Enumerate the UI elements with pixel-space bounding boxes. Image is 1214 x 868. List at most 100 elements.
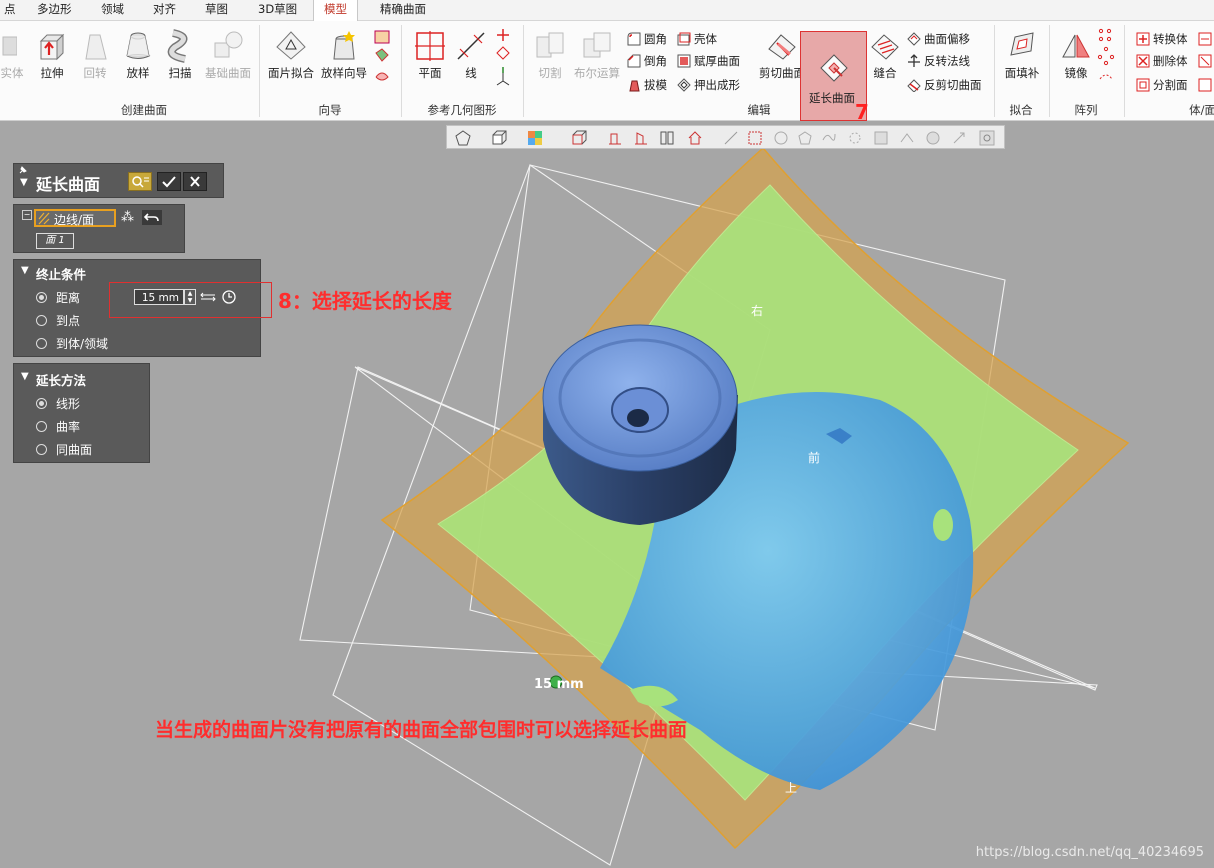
split-face-icon xyxy=(1136,78,1150,92)
radio-to-point[interactable] xyxy=(36,315,47,326)
radio-to-body-region[interactable] xyxy=(36,338,47,349)
tab-align[interactable]: 对齐 xyxy=(153,0,176,20)
shell-label: 壳体 xyxy=(694,32,717,46)
preview-button[interactable] xyxy=(128,172,152,191)
delete-body-button[interactable]: 删除体 xyxy=(1136,51,1188,71)
color-display-icon[interactable] xyxy=(527,130,543,146)
extrude-form-button[interactable]: 押出成形 xyxy=(677,75,740,95)
cylinder-part[interactable] xyxy=(542,324,738,525)
highlight-distance-box xyxy=(109,282,272,318)
patch-fit-icon xyxy=(276,31,306,60)
body-more-icon-1[interactable] xyxy=(1198,29,1214,49)
line-button[interactable]: 线 xyxy=(451,27,491,91)
tab-region[interactable]: 领域 xyxy=(101,0,124,20)
select-all-icon[interactable] xyxy=(951,130,967,146)
confirm-button[interactable] xyxy=(157,172,181,191)
base-surface-button[interactable]: 基础曲面 xyxy=(202,27,254,91)
select-region-icon[interactable] xyxy=(925,130,941,146)
view-cube-icon[interactable] xyxy=(571,130,587,146)
radio-linear[interactable] xyxy=(36,398,47,409)
shell-button[interactable]: 壳体 xyxy=(677,29,717,49)
reverse-normal-icon xyxy=(908,54,920,67)
plane-button[interactable]: 平面 xyxy=(410,27,450,91)
selected-face-item[interactable]: 面 1 xyxy=(36,233,74,249)
panel-title: 延长曲面 xyxy=(36,175,101,194)
select-paint-icon[interactable] xyxy=(873,130,889,146)
collapse-box-icon[interactable]: − xyxy=(22,210,32,220)
untrim-surface-button[interactable]: 反剪切曲面 xyxy=(907,75,982,95)
sew-button[interactable]: 缝合 xyxy=(865,27,905,91)
body-more-icon-3[interactable] xyxy=(1198,75,1214,95)
view-home-icon[interactable] xyxy=(687,130,703,146)
offset-surface-button[interactable]: 曲面偏移 xyxy=(907,29,970,49)
mirror-button[interactable]: 镜像 xyxy=(1056,27,1096,91)
reverse-normal-button[interactable]: 反转法线 xyxy=(907,51,970,71)
revolve-button[interactable]: 回转 xyxy=(75,27,115,91)
select-brush-icon[interactable] xyxy=(847,130,863,146)
shell-icon xyxy=(677,32,691,46)
tab-exact-surface[interactable]: 精确曲面 xyxy=(380,0,426,20)
face-fill-button[interactable]: 面填补 xyxy=(1001,27,1043,91)
tab-sketch[interactable]: 草图 xyxy=(205,0,228,20)
extrude-label: 拉伸 xyxy=(40,66,64,80)
3d-viewport[interactable]: 右 前 上 15 mm ▼ 延长曲面 − 边线/面 ⁂ 面 1 ▼ 终止条件 距… xyxy=(0,121,1214,868)
select-extend-icon[interactable] xyxy=(899,130,915,146)
select-rect-icon[interactable] xyxy=(747,130,763,146)
select-freeform-icon[interactable] xyxy=(821,130,837,146)
patch-fit-button[interactable]: 面片拟合 xyxy=(266,27,316,91)
polygon-display-icon[interactable] xyxy=(455,130,471,146)
undo-button[interactable] xyxy=(142,210,162,225)
convert-body-button[interactable]: 转换体 xyxy=(1136,29,1188,49)
select-line-icon[interactable] xyxy=(723,130,739,146)
line-label: 线 xyxy=(465,66,477,80)
draft-label: 拔模 xyxy=(644,78,667,92)
extrude-form-label: 押出成形 xyxy=(694,78,740,92)
sweep-button[interactable]: 扫描 xyxy=(160,27,200,91)
group-label-body-face: 体/面 xyxy=(1189,103,1214,117)
watermark: https://blog.csdn.net/qq_40234695 xyxy=(975,845,1204,860)
view-split-icon[interactable] xyxy=(659,130,675,146)
extrude-button[interactable]: 拉伸 xyxy=(32,27,72,91)
box-display-icon[interactable] xyxy=(491,130,507,146)
entity-button[interactable]: 实体 xyxy=(0,27,24,91)
boolean-button[interactable]: 布尔运算 xyxy=(572,27,622,91)
mesh-hole xyxy=(933,509,953,541)
asterisk-icon[interactable]: ⁂ xyxy=(121,210,134,225)
tab-point[interactable]: 点 xyxy=(4,0,16,20)
select-polygon-icon[interactable] xyxy=(797,130,813,146)
visibility-icon[interactable] xyxy=(979,130,995,146)
pin-icon[interactable] xyxy=(18,165,28,175)
split-face-button[interactable]: 分割面 xyxy=(1136,75,1188,95)
radio-curvature[interactable] xyxy=(36,421,47,432)
view-side-icon[interactable] xyxy=(633,130,649,146)
draft-button[interactable]: 拔模 xyxy=(627,75,667,95)
tab-model[interactable]: 模型 xyxy=(313,0,358,22)
plane-label: 平面 xyxy=(418,66,442,80)
radio-same-surface[interactable] xyxy=(36,444,47,455)
collapse-arrow-icon[interactable]: ▼ xyxy=(20,177,28,188)
tab-3d-sketch[interactable]: 3D草图 xyxy=(258,0,297,20)
chamfer-button[interactable]: 倒角 xyxy=(627,51,667,71)
collapse-arrow-icon[interactable]: ▼ xyxy=(21,371,29,382)
radio-distance[interactable] xyxy=(36,292,47,303)
collapse-arrow-icon[interactable]: ▼ xyxy=(21,265,29,276)
extend-method-title: 延长方法 xyxy=(36,373,87,388)
dimension-label[interactable]: 15 mm xyxy=(534,677,584,692)
cut-label: 切割 xyxy=(538,66,562,80)
group-separator xyxy=(1049,25,1050,117)
select-circle-icon[interactable] xyxy=(773,130,789,146)
option-curvature-label: 曲率 xyxy=(56,420,81,434)
fillet-button[interactable]: 圆角 xyxy=(627,29,667,49)
cut-button[interactable]: 切割 xyxy=(530,27,570,91)
convert-body-icon xyxy=(1136,32,1150,46)
loft-button[interactable]: 放样 xyxy=(118,27,158,91)
view-front-icon[interactable] xyxy=(607,130,623,146)
tab-polygon[interactable]: 多边形 xyxy=(37,0,72,20)
thicken-button[interactable]: 赋厚曲面 xyxy=(677,51,740,71)
face-fill-icon xyxy=(1010,32,1034,56)
loft-icon xyxy=(126,32,151,59)
cancel-button[interactable] xyxy=(183,172,207,191)
body-more-icon-2[interactable] xyxy=(1198,51,1214,71)
loft-wizard-button[interactable]: 放样向导 xyxy=(319,27,369,91)
edge-face-selector[interactable]: 边线/面 xyxy=(34,209,116,227)
